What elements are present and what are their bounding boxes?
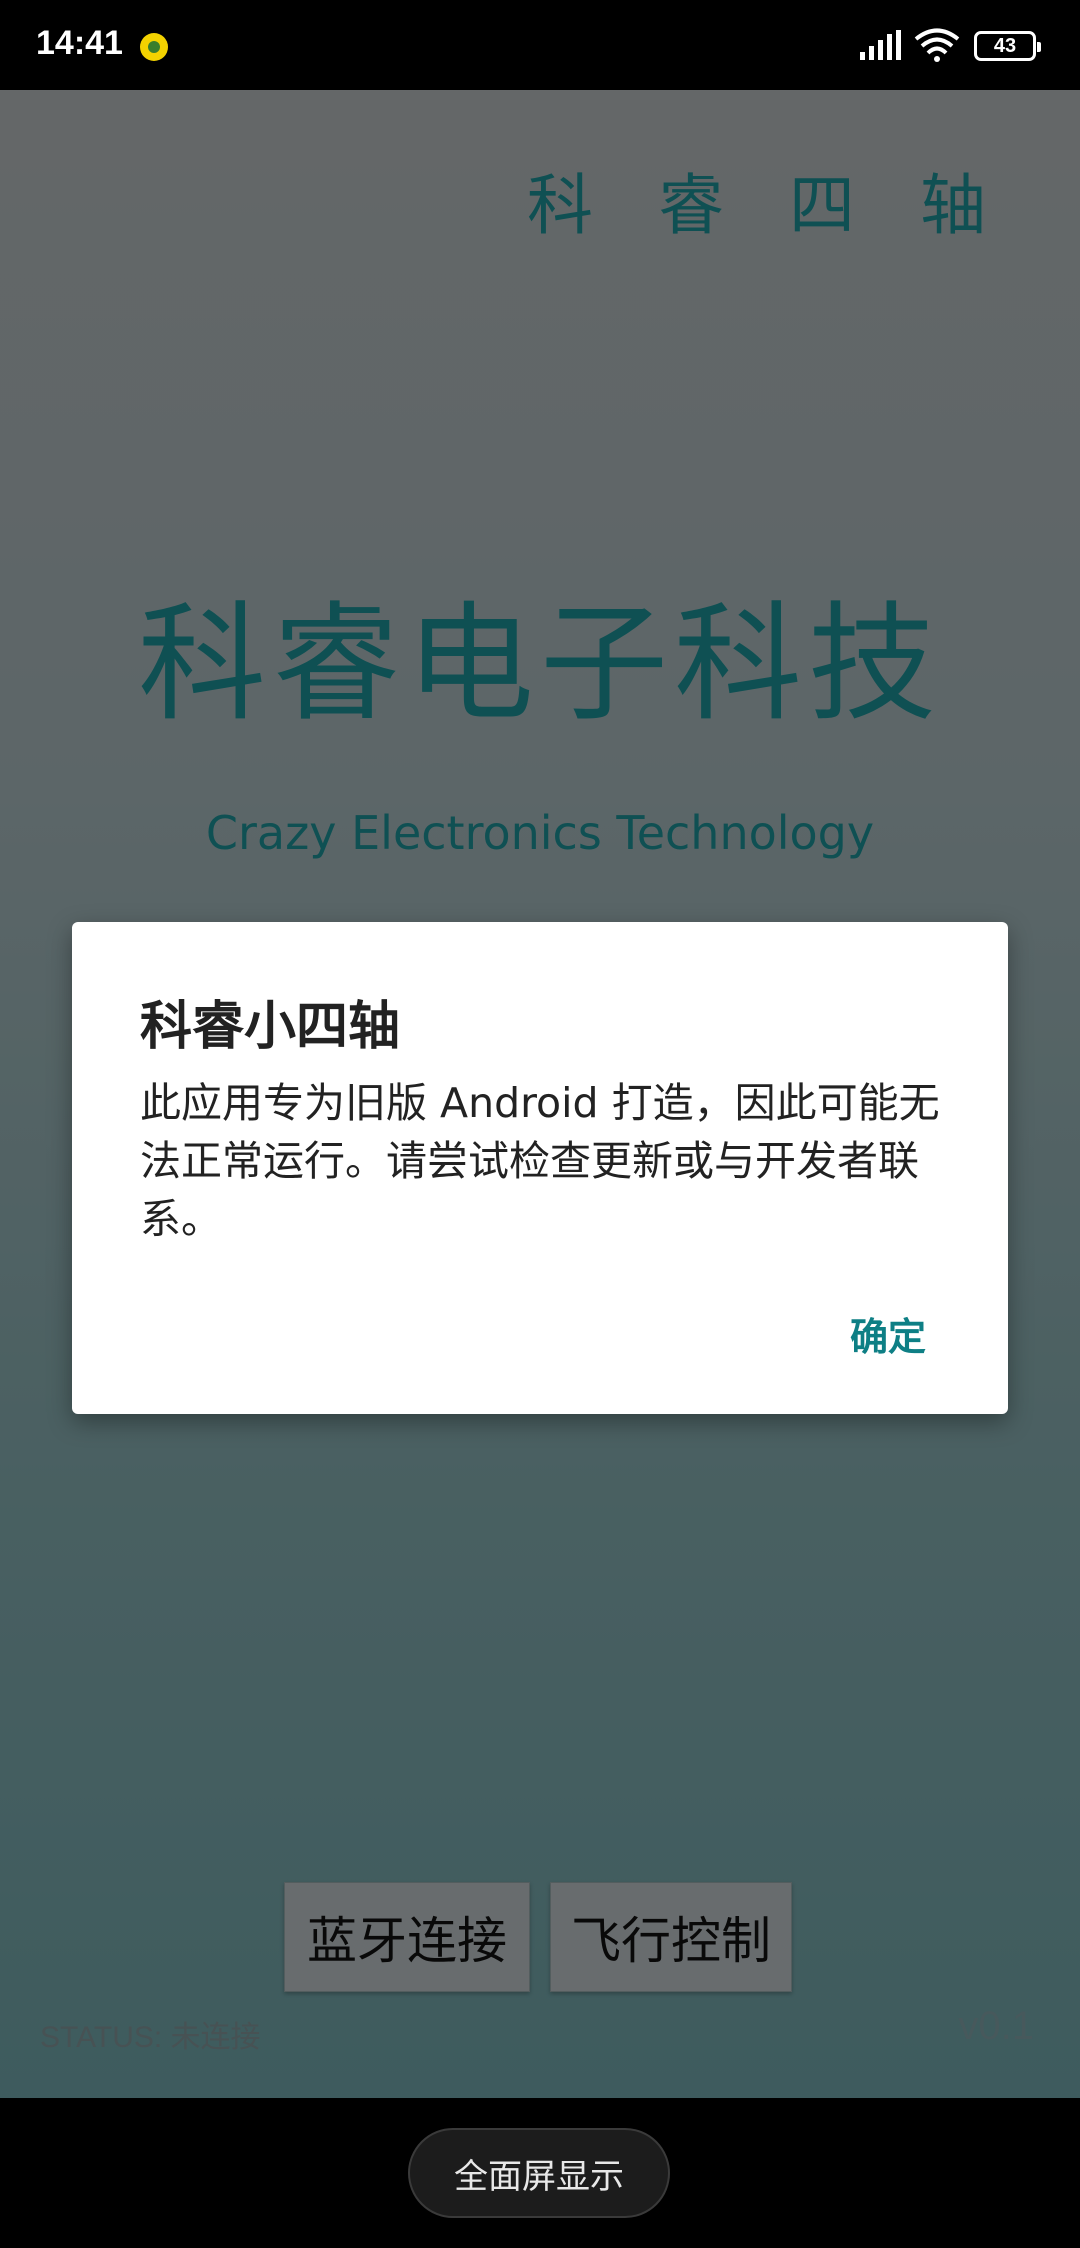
battery-icon: 43 <box>974 31 1041 61</box>
navigation-bar: 全面屏显示 <box>0 2098 1080 2248</box>
status-bar: 14:41 43 <box>0 0 1080 90</box>
status-time: 14:41 <box>36 24 123 62</box>
compatibility-dialog: 科睿小四轴 此应用专为旧版 Android 打造，因此可能无法正常运行。请尝试检… <box>72 922 1008 1414</box>
notification-app-icon <box>140 33 168 61</box>
dialog-title: 科睿小四轴 <box>140 997 401 1057</box>
fullscreen-display-button[interactable]: 全面屏显示 <box>408 2128 670 2218</box>
ok-button[interactable]: 确定 <box>850 1306 926 1361</box>
wifi-icon <box>914 28 960 62</box>
dialog-message: 此应用专为旧版 Android 打造，因此可能无法正常运行。请尝试检查更新或与开… <box>140 1079 940 1243</box>
signal-icon <box>860 30 901 60</box>
